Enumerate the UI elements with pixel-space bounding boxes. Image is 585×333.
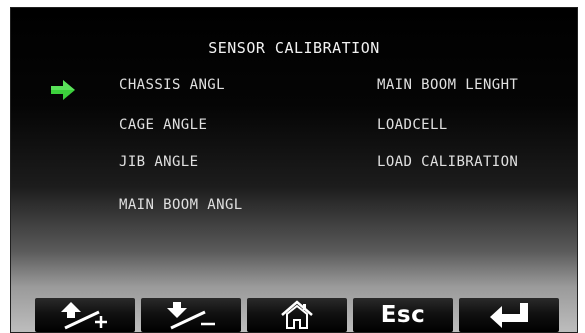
bottom-toolbar: Esc <box>11 292 577 332</box>
menu-item-jib-angle[interactable]: JIB ANGLE <box>119 154 198 170</box>
green-arrow-right-icon <box>51 80 75 100</box>
escape-button[interactable]: Esc <box>353 298 453 332</box>
menu-item-loadcell[interactable]: LOADCELL <box>377 117 448 133</box>
page-title: SENSOR CALIBRATION <box>208 39 380 57</box>
home-icon <box>281 300 313 329</box>
up-plus-icon <box>61 302 107 330</box>
enter-return-icon <box>490 303 528 328</box>
down-minus-icon <box>167 302 215 330</box>
menu-item-chassis-angle[interactable]: CHASSIS ANGL <box>119 77 225 93</box>
menu-item-main-boom-length[interactable]: MAIN BOOM LENGHT <box>377 77 518 93</box>
calibration-screen: SENSOR CALIBRATION CHASSIS ANGL CAGE ANG… <box>10 7 578 333</box>
menu-item-cage-angle[interactable]: CAGE ANGLE <box>119 117 207 133</box>
up-plus-button[interactable] <box>35 298 135 332</box>
home-button[interactable] <box>247 298 347 332</box>
escape-label: Esc <box>380 302 426 328</box>
menu-item-main-boom-angle[interactable]: MAIN BOOM ANGL <box>119 197 243 213</box>
menu-item-load-calibration[interactable]: LOAD CALIBRATION <box>377 154 518 170</box>
down-minus-button[interactable] <box>141 298 241 332</box>
enter-button[interactable] <box>459 298 559 332</box>
